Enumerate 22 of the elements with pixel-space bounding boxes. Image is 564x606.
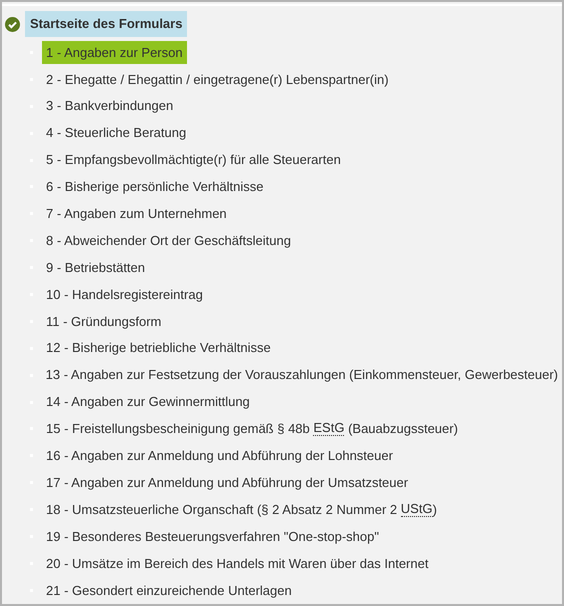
form-section-link[interactable]: 18 - Umsatzsteuerliche Organschaft (§ 2 Absatz 2 Nummer 2 UStG)	[42, 498, 441, 522]
form-section-link[interactable]: 17 - Angaben zur Anmeldung und Abführung der Umsatzsteuer	[42, 471, 412, 494]
form-section-link[interactable]: 15 - Freistellungsbescheinigung gemäß § 48b EStG (Bauabzugssteuer)	[42, 417, 462, 440]
form-section-link[interactable]: 6 - Bisherige persönliche Verhältnisse	[42, 175, 268, 198]
form-section-link[interactable]: 11 - Gründungsform	[42, 310, 166, 333]
form-section-link[interactable]: 16 - Angaben zur Anmeldung und Abführung der Lohnsteuer	[42, 444, 397, 468]
form-section-link[interactable]: 2 - Ehegatte / Ehegattin / eingetragene(r) Lebenspartner(in)	[42, 68, 393, 91]
form-section-link[interactable]: 5 - Empfangsbevollmächtigte(r) für alle Steuerarten	[42, 148, 345, 172]
form-section-link[interactable]: 4 - Steuerliche Beratung	[42, 122, 190, 145]
form-section-link[interactable]: 10 - Handelsregistereintrag	[42, 282, 207, 306]
form-section-link[interactable]: 8 - Abweichender Ort der Geschäftsleitung	[42, 229, 295, 252]
form-section-link[interactable]: 20 - Umsätze im Bereich des Handels mit Waren über das Internet	[42, 552, 432, 575]
form-section-link[interactable]: 3 - Bankverbindungen	[42, 94, 178, 118]
form-section-link[interactable]: 21 - Gesondert einzureichende Unterlagen	[42, 578, 296, 602]
form-section-link[interactable]: 12 - Bisherige betriebliche Verhältnisse	[42, 336, 275, 360]
form-section-link[interactable]: 9 - Betriebstätten	[42, 256, 149, 280]
form-start-link[interactable]: Startseite des Formulars	[25, 11, 188, 37]
form-section-link[interactable]: 13 - Angaben zur Festsetzung der Vorauszahlungen (Einkommensteuer, Gewerbesteuer)	[42, 364, 562, 387]
form-section-link[interactable]: 1 - Angaben zur Person	[42, 40, 187, 64]
form-section-link[interactable]: 14 - Angaben zur Gewinnermittlung	[42, 390, 254, 414]
form-section-link[interactable]: 7 - Angaben zum Unternehmen	[42, 202, 231, 226]
form-section-link[interactable]: 19 - Besonderes Besteuerungsverfahren "One-stop-shop"	[42, 524, 383, 548]
